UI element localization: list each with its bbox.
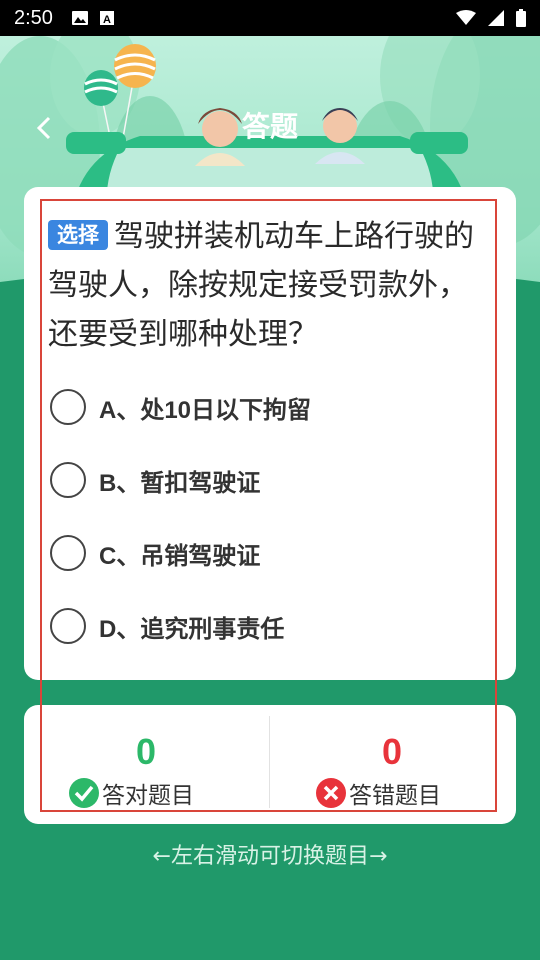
check-circle-icon bbox=[69, 778, 99, 808]
swipe-hint: ←左右滑动可切换题目→ bbox=[0, 838, 540, 870]
svg-text:A: A bbox=[103, 14, 111, 26]
question-type-badge: 选择 bbox=[48, 220, 108, 250]
wifi-icon bbox=[456, 10, 476, 25]
question-stem: 驾驶拼装机动车上路行驶的驾驶人，除按规定接受罚款外，还要受到哪种处理？ bbox=[48, 219, 474, 352]
stats-divider bbox=[269, 716, 270, 808]
correct-stat[interactable]: 答对题目 bbox=[68, 775, 194, 811]
option-c[interactable]: C、吊销驾驶证 bbox=[50, 532, 470, 574]
battery-icon bbox=[516, 9, 526, 27]
option-b[interactable]: B、暂扣驾驶证 bbox=[50, 459, 470, 501]
radio-d[interactable] bbox=[50, 608, 86, 644]
radio-a[interactable] bbox=[50, 389, 86, 425]
option-label: A、处10日以下拘留 bbox=[99, 396, 312, 424]
signal-icon bbox=[488, 10, 504, 26]
radio-b[interactable] bbox=[50, 462, 86, 498]
wrong-label: 答错题目 bbox=[349, 783, 441, 809]
correct-label: 答对题目 bbox=[102, 783, 194, 809]
wrong-count: 0 bbox=[381, 731, 403, 772]
page-title: 答题 bbox=[241, 110, 298, 143]
wrong-stat[interactable]: 答错题目 bbox=[315, 775, 441, 811]
question-text: 选择 驾驶拼装机动车上路行驶的驾驶人，除按规定接受罚款外，还要受到哪种处理？ bbox=[48, 212, 488, 359]
option-label: B、暂扣驾驶证 bbox=[99, 469, 261, 497]
option-label: C、吊销驾驶证 bbox=[99, 542, 261, 570]
option-d[interactable]: D、追究刑事责任 bbox=[50, 605, 470, 647]
status-time: 2:50 bbox=[14, 6, 53, 29]
arrow-left-icon: ← bbox=[152, 844, 171, 869]
radio-c[interactable] bbox=[50, 535, 86, 571]
image-icon bbox=[71, 11, 88, 25]
font-a-icon: A bbox=[99, 11, 114, 26]
swipe-hint-text: 左右滑动可切换题目 bbox=[170, 844, 369, 869]
x-circle-icon bbox=[316, 778, 346, 808]
correct-count: 0 bbox=[135, 731, 157, 772]
status-bar: 2:50 A bbox=[0, 0, 540, 36]
option-label: D、追究刑事责任 bbox=[99, 615, 285, 643]
arrow-right-icon: → bbox=[369, 844, 388, 869]
option-a[interactable]: A、处10日以下拘留 bbox=[50, 386, 470, 428]
